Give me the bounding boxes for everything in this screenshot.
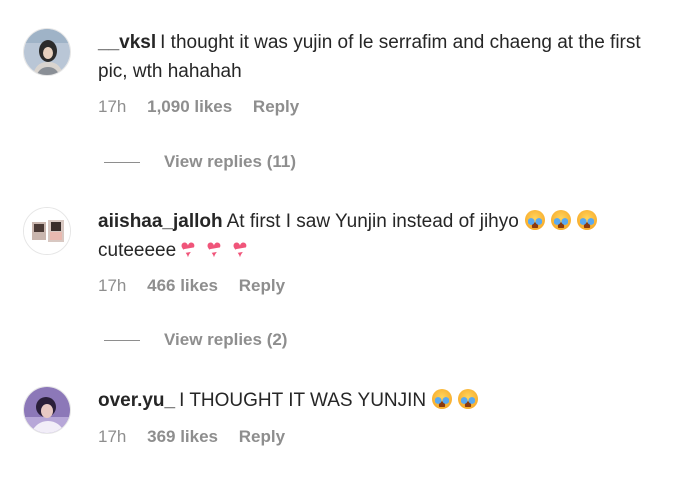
comment-time[interactable]: 17h [98, 276, 126, 295]
loudly-crying-face-icon [458, 389, 479, 409]
reply-button[interactable]: Reply [253, 97, 299, 116]
comment-text-block: over.yu_ I THOUGHT IT WAS YUNJIN [98, 386, 668, 415]
comment-time[interactable]: 17h [98, 97, 126, 116]
comment-text: I THOUGHT IT WAS YUNJIN [179, 390, 427, 411]
heart-with-ribbon-icon [180, 233, 202, 263]
divider-line [104, 161, 140, 163]
heart-with-ribbon-icon [232, 233, 254, 263]
loudly-crying-face-icon [576, 210, 597, 230]
comment-body: aiishaa_jalloh At first I saw Yunjin inst… [98, 207, 668, 295]
comment-username[interactable]: __vksl [98, 32, 156, 53]
comment-text-block: aiishaa_jalloh At first I saw Yunjin inst… [98, 207, 668, 265]
divider-line [104, 339, 140, 341]
view-replies-button[interactable]: View replies (11) [104, 152, 296, 172]
avatar[interactable] [23, 386, 71, 434]
avatar[interactable] [23, 207, 71, 255]
avatar-photo-icon [24, 208, 70, 254]
loudly-crying-face-icon [550, 210, 571, 230]
avatar[interactable] [23, 28, 71, 76]
loudly-crying-face-icon [432, 389, 453, 409]
comment-body: __vksl I thought it was yujin of le serra… [98, 28, 668, 116]
comment-likes[interactable]: 369 likes [147, 427, 218, 446]
view-replies-button[interactable]: View replies (2) [104, 330, 287, 350]
comment-body: over.yu_ I THOUGHT IT WAS YUNJIN 17h 369 … [98, 386, 668, 446]
loudly-crying-face-icon [524, 210, 545, 230]
comment-meta: 17h 466 likes Reply [98, 276, 301, 296]
view-replies-label: View replies (2) [164, 330, 288, 349]
comment-username[interactable]: aiishaa_jalloh [98, 211, 223, 232]
reply-button[interactable]: Reply [239, 276, 285, 295]
comment-text: At first I saw Yunjin instead of jihyo [226, 211, 519, 232]
avatar-photo-icon [24, 29, 70, 75]
comment-text: I thought it was yujin of le serrafim an… [98, 32, 641, 82]
comment-likes[interactable]: 466 likes [147, 276, 218, 295]
comment-meta: 17h 369 likes Reply [98, 427, 301, 447]
heart-with-ribbon-icon [206, 233, 228, 263]
comment-likes[interactable]: 1,090 likes [147, 97, 232, 116]
reply-button[interactable]: Reply [239, 427, 285, 446]
comment-time[interactable]: 17h [98, 427, 126, 446]
comment-meta: 17h 1,090 likes Reply [98, 97, 315, 117]
avatar-photo-icon [24, 387, 70, 433]
comment-text-block: __vksl I thought it was yujin of le serra… [98, 28, 668, 86]
comment-text-line2: cuteeeee [98, 240, 177, 261]
view-replies-label: View replies (11) [164, 152, 296, 171]
comment-username[interactable]: over.yu_ [98, 390, 175, 411]
